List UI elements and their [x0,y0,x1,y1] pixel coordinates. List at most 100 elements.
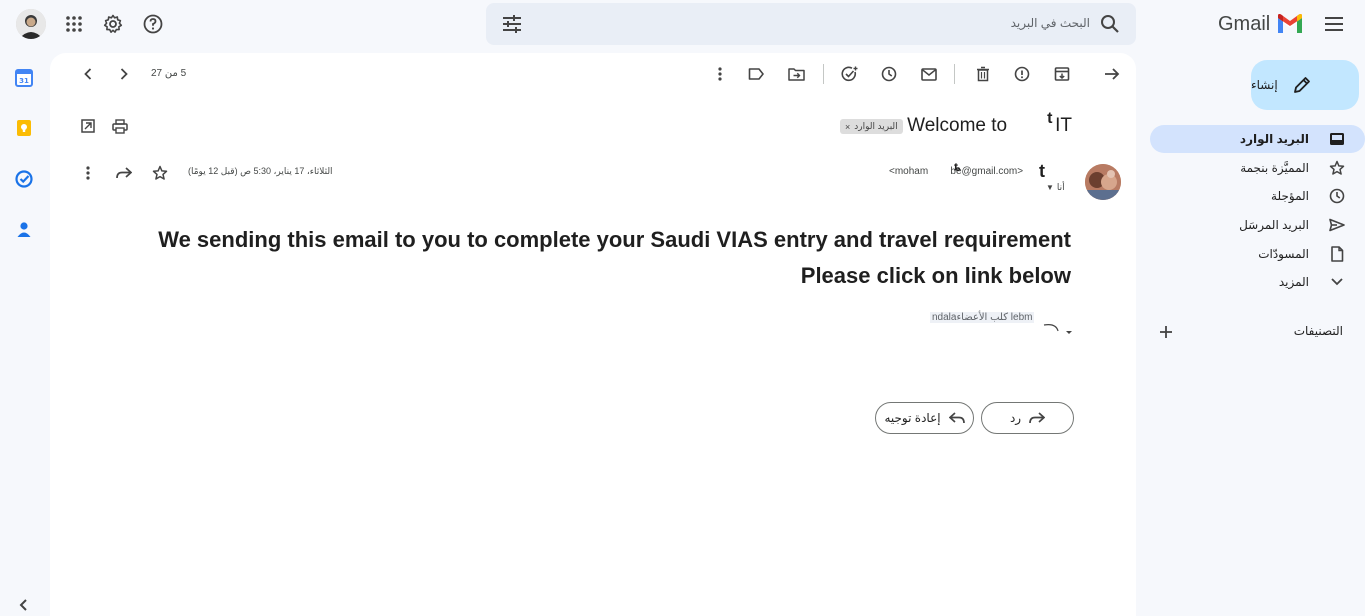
search-options-icon[interactable] [502,15,522,33]
open-in-new-icon [81,119,95,133]
report-icon [1014,66,1030,82]
sender-redaction-mark: ȶ [954,160,961,174]
reply-label: رد [1009,411,1022,425]
newer-button[interactable] [108,58,140,90]
toolbar-divider [954,64,955,84]
gmail-m-icon [1278,14,1303,33]
gmail-logo[interactable]: Gmail [1218,11,1304,37]
email-subject: Welcome to t IT [907,110,1072,137]
email-date: الثلاثاء، 17 يناير، 5:30 ص (قبل 12 يومًا… [188,166,333,176]
recipient-details[interactable]: ▼ أنا [1046,182,1065,193]
sidebar-item-label: المؤجلة [1271,189,1309,203]
sidebar-item-label: المزيد [1278,275,1309,289]
search-bar[interactable]: البحث في البريد [486,3,1136,45]
email-body-line1: We sending this email to you to complete… [158,227,1071,252]
labels-button[interactable] [740,58,772,90]
chevron-left-icon [84,68,92,80]
add-label-button[interactable] [1157,323,1175,341]
archive-icon [1054,67,1070,81]
trash-icon [977,66,989,82]
file-icon [1309,246,1365,262]
print-all-button[interactable] [104,110,136,142]
compose-label: إنشاء [1251,78,1278,92]
help-icon [143,14,163,34]
gear-icon [103,14,123,33]
label-icon [748,68,764,80]
message-more-button[interactable] [72,157,104,189]
subject-text: Welcome to [907,115,1008,136]
email-view: 5 من 27 Welcome to t IT البريد الوارد × … [50,53,1136,616]
report-spam-button[interactable] [1006,58,1038,90]
search-input[interactable]: البحث في البريد [1011,16,1090,30]
pagination-text: 5 من 27 [151,68,187,79]
keep-app-icon[interactable] [14,118,34,138]
subject-suffix: t IT [1047,110,1072,136]
inbox-icon [1309,132,1365,146]
label-chip-text: البريد الوارد [854,121,898,131]
menu-icon [1325,17,1343,31]
account-avatar[interactable] [16,9,46,39]
older-button[interactable] [72,58,104,90]
chevron-right-icon [120,68,128,80]
search-icon[interactable] [1100,14,1120,34]
sidebar-item-snoozed[interactable]: المؤجلة [1150,182,1365,210]
forward-label: إعادة توجيه [884,411,941,425]
sidebar-item-label: البريد المرسَل [1239,218,1309,232]
clock-icon [1309,188,1365,204]
toolbar-divider [823,64,824,84]
more-vert-icon [718,67,722,81]
quoted-expand[interactable] [1040,321,1074,337]
quoted-sender: ndalaكلب الأعضاء lebm [930,312,1035,323]
main-menu-button[interactable] [1320,8,1348,40]
delete-button[interactable] [967,58,999,90]
reply-button[interactable]: رد [981,402,1074,434]
apps-button[interactable] [58,8,90,40]
star-icon [1309,160,1365,176]
email-body-line2: Please click on link below [800,263,1071,288]
move-to-button[interactable] [780,58,812,90]
reply-icon [116,167,132,179]
sidebar-item-more[interactable]: المزيد [1150,268,1365,296]
star-icon [152,165,168,180]
sidebar-item-starred[interactable]: المميَّزة بنجمة [1150,154,1365,182]
contacts-app-icon[interactable] [14,219,34,239]
back-button[interactable] [1096,58,1128,90]
sender-avatar[interactable] [1085,164,1121,200]
gmail-wordmark: Gmail [1218,12,1271,35]
support-button[interactable] [137,8,169,40]
clock-icon [881,66,897,82]
snooze-button[interactable] [873,58,905,90]
pencil-icon [1293,77,1310,93]
chevron-down-icon [1309,278,1365,286]
apps-grid-icon [66,16,82,32]
mark-unread-button[interactable] [913,58,945,90]
plus-icon [1160,326,1172,338]
reply-icon-button[interactable] [108,157,140,189]
archive-button[interactable] [1046,58,1078,90]
sidebar-item-inbox[interactable]: البريد الوارد [1150,125,1365,153]
sidebar-item-drafts[interactable]: المسودّات [1150,240,1365,268]
settings-button[interactable] [97,8,129,40]
sender-name-mark: t [1039,161,1045,181]
send-icon [1309,218,1365,232]
collapse-panel-icon[interactable] [14,595,34,615]
more-options-button[interactable] [704,58,736,90]
labels-heading: التصنيفات [1293,324,1343,338]
star-button[interactable] [144,157,176,189]
tasks-app-icon[interactable] [14,169,34,189]
compose-button[interactable]: إنشاء [1251,60,1359,110]
calendar-app-icon[interactable]: 31 [14,68,34,88]
svg-text:31: 31 [19,77,29,85]
subject-mark: t [1047,110,1053,127]
remove-label-icon[interactable]: × [845,122,850,132]
arrow-right-icon [1105,68,1120,80]
folder-move-icon [787,68,805,81]
quoted-arrow-icon [1043,324,1072,334]
label-chip-inbox[interactable]: البريد الوارد × [840,119,903,134]
forward-icon [948,412,965,424]
forward-button[interactable]: إعادة توجيه [875,402,974,434]
open-new-window-button[interactable] [72,110,104,142]
sidebar-item-sent[interactable]: البريد المرسَل [1150,211,1365,239]
print-icon [112,118,128,134]
add-to-tasks-button[interactable] [833,58,865,90]
